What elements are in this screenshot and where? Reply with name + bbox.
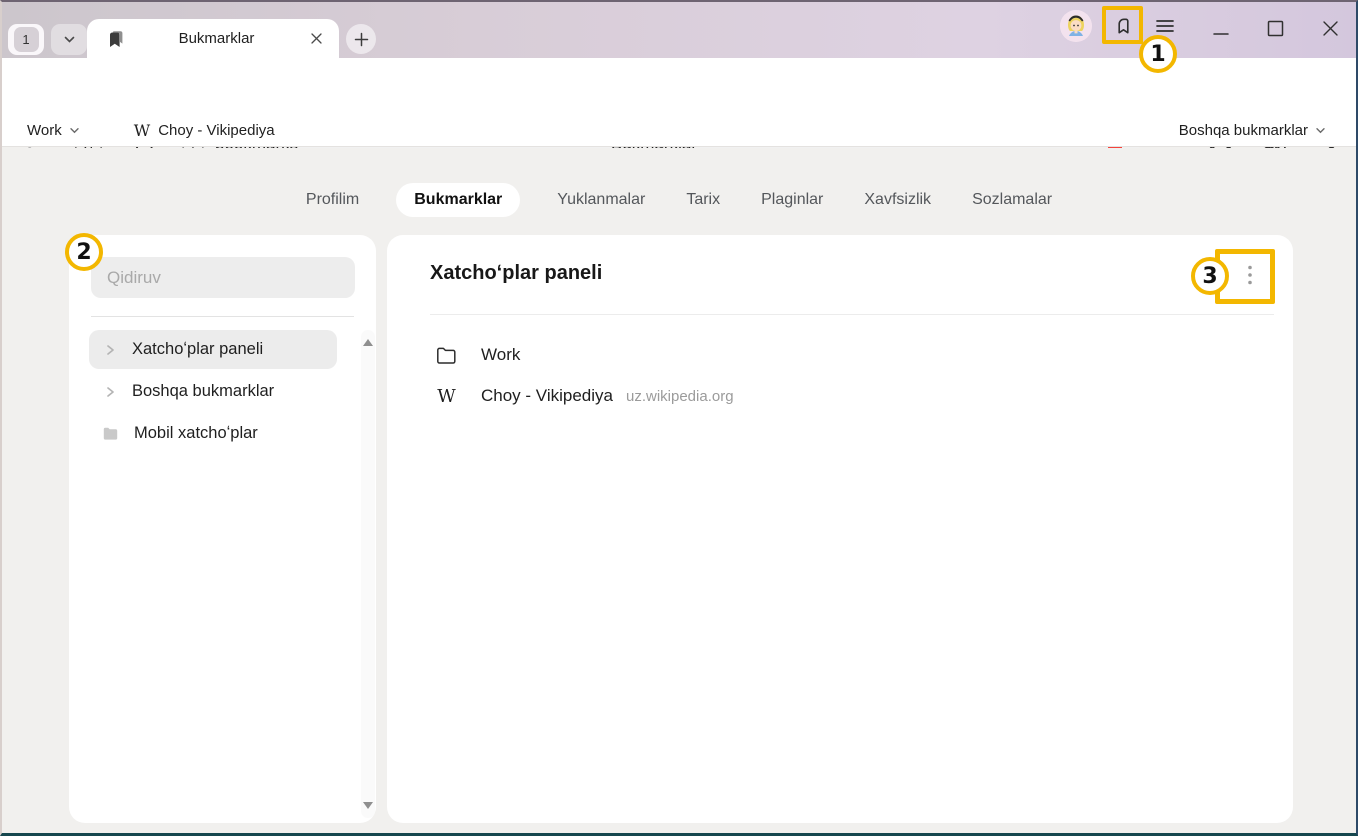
- folder-outline-icon: [436, 346, 457, 365]
- search-input[interactable]: [91, 257, 355, 298]
- tab-sozlamalar[interactable]: Sozlamalar: [968, 183, 1056, 217]
- panel-title: Xatchoʻplar paneli: [430, 262, 602, 285]
- sidebar-scrollbar[interactable]: [361, 330, 375, 818]
- bookmark-tab-icon: [105, 28, 127, 50]
- avatar-image: [1060, 10, 1092, 42]
- maximize-icon: [1267, 20, 1284, 37]
- browser-tab[interactable]: Bukmarklar: [87, 19, 339, 58]
- tab-tarix[interactable]: Tarix: [682, 183, 724, 217]
- bookmark-label: Choy - Vikipediya: [158, 122, 274, 139]
- tab-counter[interactable]: 1: [8, 24, 87, 55]
- tree-item-label: Mobil xatchoʻplar: [134, 424, 258, 443]
- folder-icon: [103, 427, 119, 441]
- list-item-label: Choy - Vikipediya: [481, 386, 613, 406]
- tab-count: 1: [14, 27, 39, 52]
- bookmarks-bar: Work W Choy - Vikipediya Boshqa bukmarkl…: [2, 114, 1356, 147]
- tree-item-other-bookmarks[interactable]: Boshqa bukmarklar: [89, 372, 337, 411]
- plus-icon: [354, 32, 369, 47]
- wikipedia-w-icon: W: [134, 121, 150, 140]
- minimize-icon: [1213, 18, 1229, 38]
- annotation-box-1: [1102, 6, 1143, 44]
- new-tab-button[interactable]: [346, 24, 376, 54]
- tree-item-label: Boshqa bukmarklar: [132, 382, 274, 401]
- manager-nav-tabs: Profilim Bukmarklar Yuklanmalar Tarix Pl…: [2, 181, 1356, 218]
- list-item-label: Work: [481, 345, 520, 365]
- hamburger-icon: [1156, 18, 1174, 34]
- divider: [91, 316, 354, 317]
- minimize-button[interactable]: [1202, 10, 1240, 46]
- list-item-folder-work[interactable]: Work: [436, 335, 520, 375]
- tab-profilim[interactable]: Profilim: [302, 183, 363, 217]
- bookmarks-bar-folder-work[interactable]: Work: [27, 122, 80, 139]
- folder-tree: Xatchoʻplar paneli Boshqa bukmarklar Mob…: [89, 330, 337, 456]
- tab-plaginlar[interactable]: Plaginlar: [757, 183, 827, 217]
- bookmarks-manager-page: Profilim Bukmarklar Yuklanmalar Tarix Pl…: [2, 148, 1356, 833]
- profile-avatar[interactable]: [1060, 10, 1092, 42]
- folder-label: Work: [27, 122, 62, 139]
- tab-close-button[interactable]: [306, 29, 326, 49]
- bookmarks-panel-content: Xatchoʻplar paneli Work W Choy - Vikiped…: [387, 235, 1293, 823]
- window-close-button[interactable]: [1311, 10, 1349, 46]
- annotation-circle-1: 1: [1139, 35, 1177, 73]
- maximize-button[interactable]: [1256, 10, 1294, 46]
- list-item-link-choy[interactable]: W Choy - Vikipediya uz.wikipedia.org: [436, 376, 734, 416]
- chevron-down-icon: [1315, 125, 1326, 136]
- chevron-right-icon: [103, 385, 117, 399]
- tab-list-dropdown[interactable]: [51, 24, 87, 55]
- folders-sidebar: Xatchoʻplar paneli Boshqa bukmarklar Mob…: [69, 235, 376, 823]
- annotation-circle-3: 3: [1191, 257, 1229, 295]
- other-bookmarks-button[interactable]: Boshqa bukmarklar: [1179, 122, 1326, 139]
- tab-bukmarklar[interactable]: Bukmarklar: [396, 183, 520, 217]
- close-icon: [310, 32, 323, 45]
- tree-item-mobile-bookmarks[interactable]: Mobil xatchoʻplar: [89, 414, 337, 453]
- wikipedia-w-icon: W: [436, 386, 457, 407]
- scroll-up-icon[interactable]: [363, 339, 373, 346]
- chevron-down-icon: [63, 33, 76, 46]
- chevron-down-icon: [69, 125, 80, 136]
- tree-item-bookmarks-panel[interactable]: Xatchoʻplar paneli: [89, 330, 337, 369]
- tab-yuklanmalar[interactable]: Yuklanmalar: [553, 183, 649, 217]
- list-item-url: uz.wikipedia.org: [626, 388, 734, 405]
- tab-xavfsizlik[interactable]: Xavfsizlik: [860, 183, 935, 217]
- tree-item-label: Xatchoʻplar paneli: [132, 340, 263, 359]
- other-bookmarks-label: Boshqa bukmarklar: [1179, 122, 1308, 139]
- scroll-down-icon[interactable]: [363, 802, 373, 809]
- bookmarks-bar-link-choy[interactable]: W Choy - Vikipediya: [134, 121, 275, 140]
- close-icon: [1322, 20, 1339, 37]
- annotation-circle-2: 2: [65, 233, 103, 271]
- chevron-right-icon: [103, 343, 117, 357]
- tab-counter-pill[interactable]: 1: [8, 24, 44, 55]
- tab-title: Bukmarklar: [127, 30, 306, 47]
- browser-window: 1 Bukmarklar: [0, 0, 1358, 836]
- divider: [430, 314, 1274, 315]
